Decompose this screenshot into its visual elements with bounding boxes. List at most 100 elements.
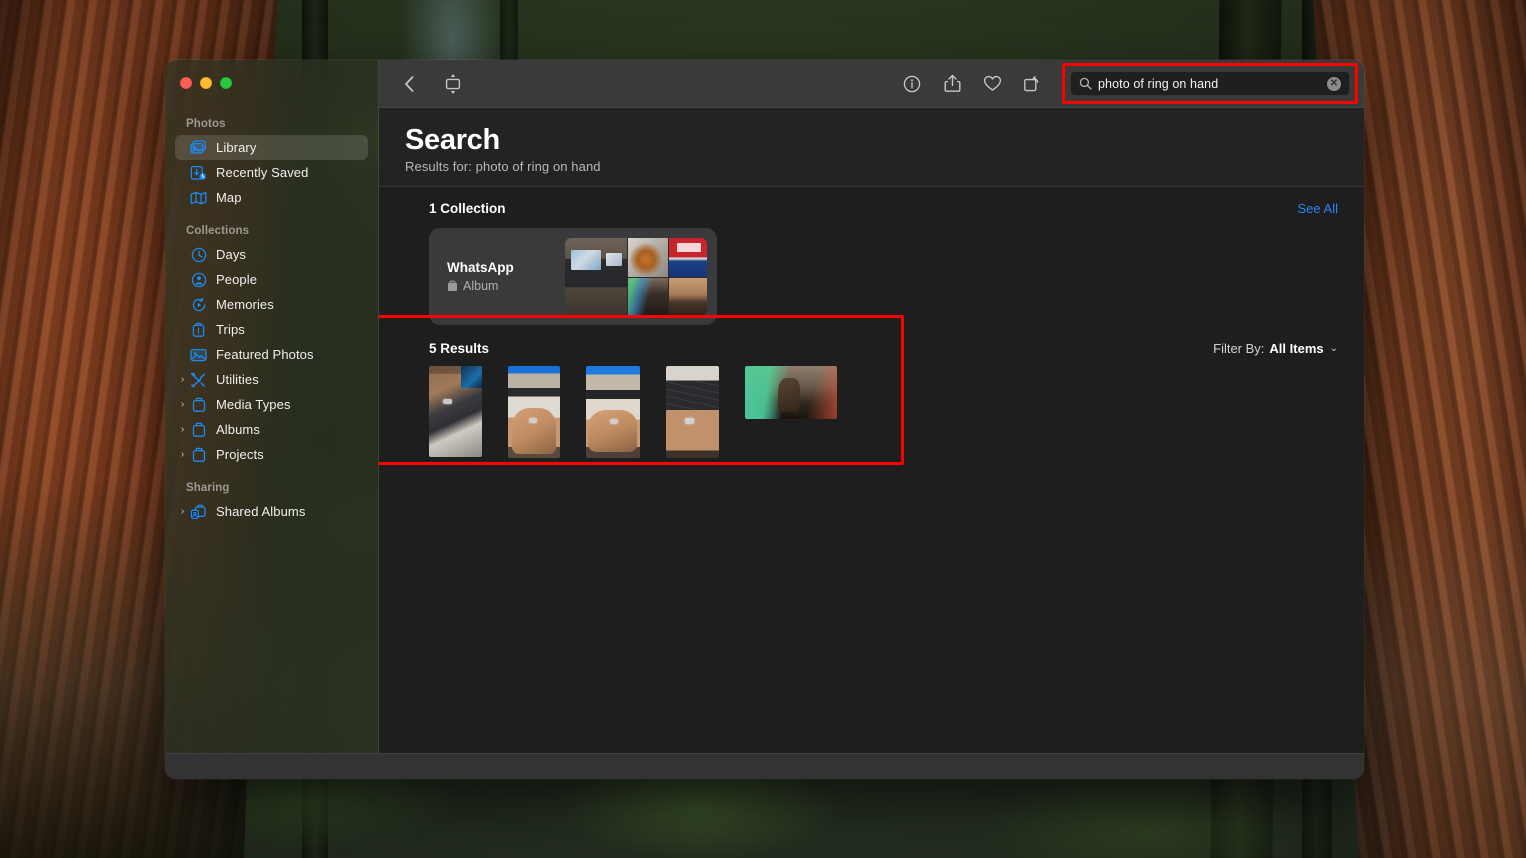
thumbnail-size-button[interactable] bbox=[437, 70, 469, 98]
sidebar-item-label: Library bbox=[216, 140, 257, 155]
back-button[interactable] bbox=[393, 70, 425, 98]
collection-thumbnail-grid bbox=[565, 237, 707, 316]
search-input-value: photo of ring on hand bbox=[1098, 76, 1219, 91]
sidebar-item-featured-photos[interactable]: › Featured Photos bbox=[175, 342, 368, 367]
share-icon[interactable] bbox=[936, 70, 968, 98]
disclosure-icon[interactable]: › bbox=[177, 399, 188, 410]
collection-thumbnail bbox=[628, 277, 668, 316]
folder-icon bbox=[189, 446, 208, 463]
sidebar-item-projects[interactable]: › Projects bbox=[175, 442, 368, 467]
collection-thumbnail bbox=[669, 277, 707, 316]
result-thumbnail[interactable] bbox=[508, 366, 560, 458]
page-header: Search Results for: photo of ring on han… bbox=[379, 108, 1364, 187]
window-footer-bar bbox=[165, 753, 1364, 779]
collection-thumbnail bbox=[669, 237, 707, 277]
result-thumbnail[interactable] bbox=[586, 366, 640, 458]
content-area: photo of ring on hand ✕ Search Results f… bbox=[379, 60, 1364, 753]
sidebar-item-label: Recently Saved bbox=[216, 165, 309, 180]
results-for-text: Results for: photo of ring on hand bbox=[405, 159, 601, 174]
magnifying-glass-icon bbox=[1079, 77, 1092, 90]
sidebar: Photos › Library bbox=[165, 60, 379, 753]
disclosure-icon[interactable]: › bbox=[177, 374, 188, 385]
clear-search-button[interactable]: ✕ bbox=[1327, 76, 1341, 91]
result-thumbnail[interactable] bbox=[745, 366, 837, 419]
memories-play-icon bbox=[189, 296, 208, 313]
collection-kind: Album bbox=[447, 279, 565, 293]
disclosure-icon[interactable]: › bbox=[177, 424, 188, 435]
collections-section-header: 1 Collection See All bbox=[379, 187, 1364, 216]
sidebar-section-header: Photos bbox=[186, 118, 226, 130]
maximize-window-button[interactable] bbox=[220, 77, 232, 89]
collection-card-text: WhatsApp Album bbox=[447, 260, 565, 293]
sidebar-item-label: Map bbox=[216, 190, 242, 205]
sidebar-list: Photos › Library bbox=[165, 102, 378, 524]
sidebar-item-recently-saved[interactable]: › Recently Saved bbox=[175, 160, 368, 185]
search-input[interactable]: photo of ring on hand ✕ bbox=[1070, 71, 1350, 96]
sidebar-item-label: Featured Photos bbox=[216, 347, 314, 362]
sidebar-item-label: Shared Albums bbox=[216, 504, 306, 519]
sidebar-item-trips[interactable]: › Trips bbox=[175, 317, 368, 342]
clock-icon bbox=[189, 246, 208, 263]
recently-saved-icon bbox=[189, 164, 208, 181]
collection-thumbnail bbox=[565, 237, 627, 316]
sidebar-item-label: Albums bbox=[216, 422, 260, 437]
sidebar-item-label: People bbox=[216, 272, 258, 287]
result-thumbnail[interactable] bbox=[666, 366, 719, 458]
sidebar-item-utilities[interactable]: › Utilities bbox=[175, 367, 368, 392]
collection-kind-label: Album bbox=[463, 279, 499, 293]
window-body: Photos › Library bbox=[165, 60, 1364, 753]
photo-stack-icon bbox=[189, 139, 208, 156]
suitcase-icon bbox=[189, 321, 208, 338]
photos-window: Photos › Library bbox=[165, 60, 1364, 779]
sidebar-item-media-types[interactable]: › Media Types bbox=[175, 392, 368, 417]
sidebar-group-collections: Collections › Days › bbox=[175, 225, 368, 467]
results-scroll-area[interactable]: 1 Collection See All WhatsApp Album 5 Re… bbox=[379, 187, 1364, 753]
shared-album-icon bbox=[189, 503, 208, 520]
sidebar-item-label: Media Types bbox=[216, 397, 291, 412]
sidebar-item-label: Utilities bbox=[216, 372, 259, 387]
album-box-icon bbox=[447, 280, 458, 292]
sidebar-item-shared-albums[interactable]: › Shared Albums bbox=[175, 499, 368, 524]
collection-thumbnail bbox=[628, 237, 668, 277]
results-section-header: 5 Results Filter By: All Items ⌄ bbox=[379, 325, 1364, 356]
collections-count-label: 1 Collection bbox=[429, 201, 506, 216]
person-circle-icon bbox=[189, 271, 208, 288]
heart-icon[interactable] bbox=[976, 70, 1008, 98]
sidebar-item-albums[interactable]: › Albums bbox=[175, 417, 368, 442]
sidebar-item-label: Projects bbox=[216, 447, 264, 462]
folder-icon bbox=[189, 421, 208, 438]
window-controls bbox=[165, 60, 378, 102]
toolbar-right-actions: photo of ring on hand ✕ bbox=[896, 63, 1358, 104]
sidebar-item-days[interactable]: › Days bbox=[175, 242, 368, 267]
sidebar-item-map[interactable]: › Map bbox=[175, 185, 368, 210]
result-thumbnail[interactable] bbox=[429, 366, 482, 457]
search-field-wrapper: photo of ring on hand ✕ bbox=[1062, 63, 1358, 104]
sidebar-item-label: Days bbox=[216, 247, 247, 262]
close-window-button[interactable] bbox=[180, 77, 192, 89]
filter-by-dropdown[interactable]: Filter By: All Items ⌄ bbox=[1213, 341, 1338, 356]
sidebar-item-people[interactable]: › People bbox=[175, 267, 368, 292]
disclosure-icon[interactable]: › bbox=[177, 506, 188, 517]
toolbar: photo of ring on hand ✕ bbox=[379, 60, 1364, 108]
see-all-link[interactable]: See All bbox=[1298, 201, 1338, 216]
map-icon bbox=[189, 189, 208, 206]
rotate-icon[interactable] bbox=[1016, 70, 1048, 98]
sidebar-item-memories[interactable]: › Memories bbox=[175, 292, 368, 317]
results-count-label: 5 Results bbox=[429, 341, 490, 356]
collection-card-whatsapp[interactable]: WhatsApp Album bbox=[429, 228, 717, 325]
filter-by-label: Filter By: bbox=[1213, 341, 1265, 356]
sidebar-group-sharing: Sharing › Shared Albums bbox=[175, 482, 368, 524]
sidebar-section-header: Collections bbox=[186, 225, 250, 237]
page-title: Search bbox=[405, 124, 500, 156]
filter-by-value: All Items bbox=[1269, 341, 1324, 356]
chevron-down-icon: ⌄ bbox=[1329, 343, 1338, 354]
sidebar-section-header: Sharing bbox=[186, 482, 230, 494]
disclosure-icon[interactable]: › bbox=[177, 449, 188, 460]
sidebar-item-library[interactable]: › Library bbox=[175, 135, 368, 160]
minimize-window-button[interactable] bbox=[200, 77, 212, 89]
utilities-tools-icon bbox=[189, 371, 208, 388]
results-thumbnail-strip bbox=[379, 356, 1364, 466]
sidebar-item-label: Trips bbox=[216, 322, 245, 337]
sidebar-item-label: Memories bbox=[216, 297, 274, 312]
info-circle-icon[interactable] bbox=[896, 70, 928, 98]
